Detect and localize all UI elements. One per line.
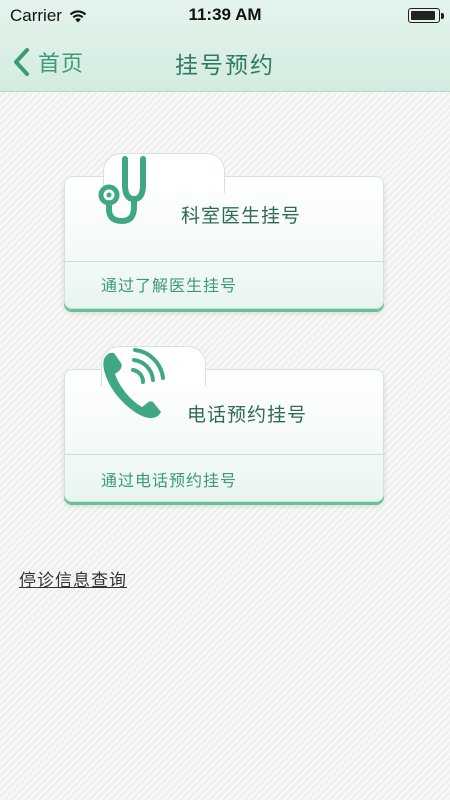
header: Carrier 11:39 AM 首页 挂号预约	[0, 0, 450, 92]
card-divider	[65, 454, 383, 455]
stethoscope-icon	[98, 156, 146, 225]
phone-icon	[103, 348, 165, 418]
card-divider	[65, 261, 383, 262]
card-subtitle: 通过了解医生挂号	[101, 276, 238, 295]
battery-icon	[408, 8, 444, 23]
navigation-bar: 首页 挂号预约	[0, 32, 450, 92]
card-subtitle: 通过电话预约挂号	[101, 471, 238, 490]
card-title: 科室医生挂号	[181, 205, 302, 227]
status-time: 11:39 AM	[188, 5, 262, 24]
card-title: 电话预约挂号	[187, 404, 308, 426]
status-bar: Carrier 11:39 AM	[0, 0, 450, 32]
page-title: 挂号预约	[175, 53, 275, 79]
battery-level	[411, 11, 435, 20]
department-doctor-registration-card[interactable]: 科室医生挂号 通过了解医生挂号	[64, 153, 384, 309]
suspension-info-link[interactable]: 停诊信息查询	[19, 566, 127, 591]
phone-appointment-registration-card[interactable]: 电话预约挂号 通过电话预约挂号	[64, 346, 384, 502]
